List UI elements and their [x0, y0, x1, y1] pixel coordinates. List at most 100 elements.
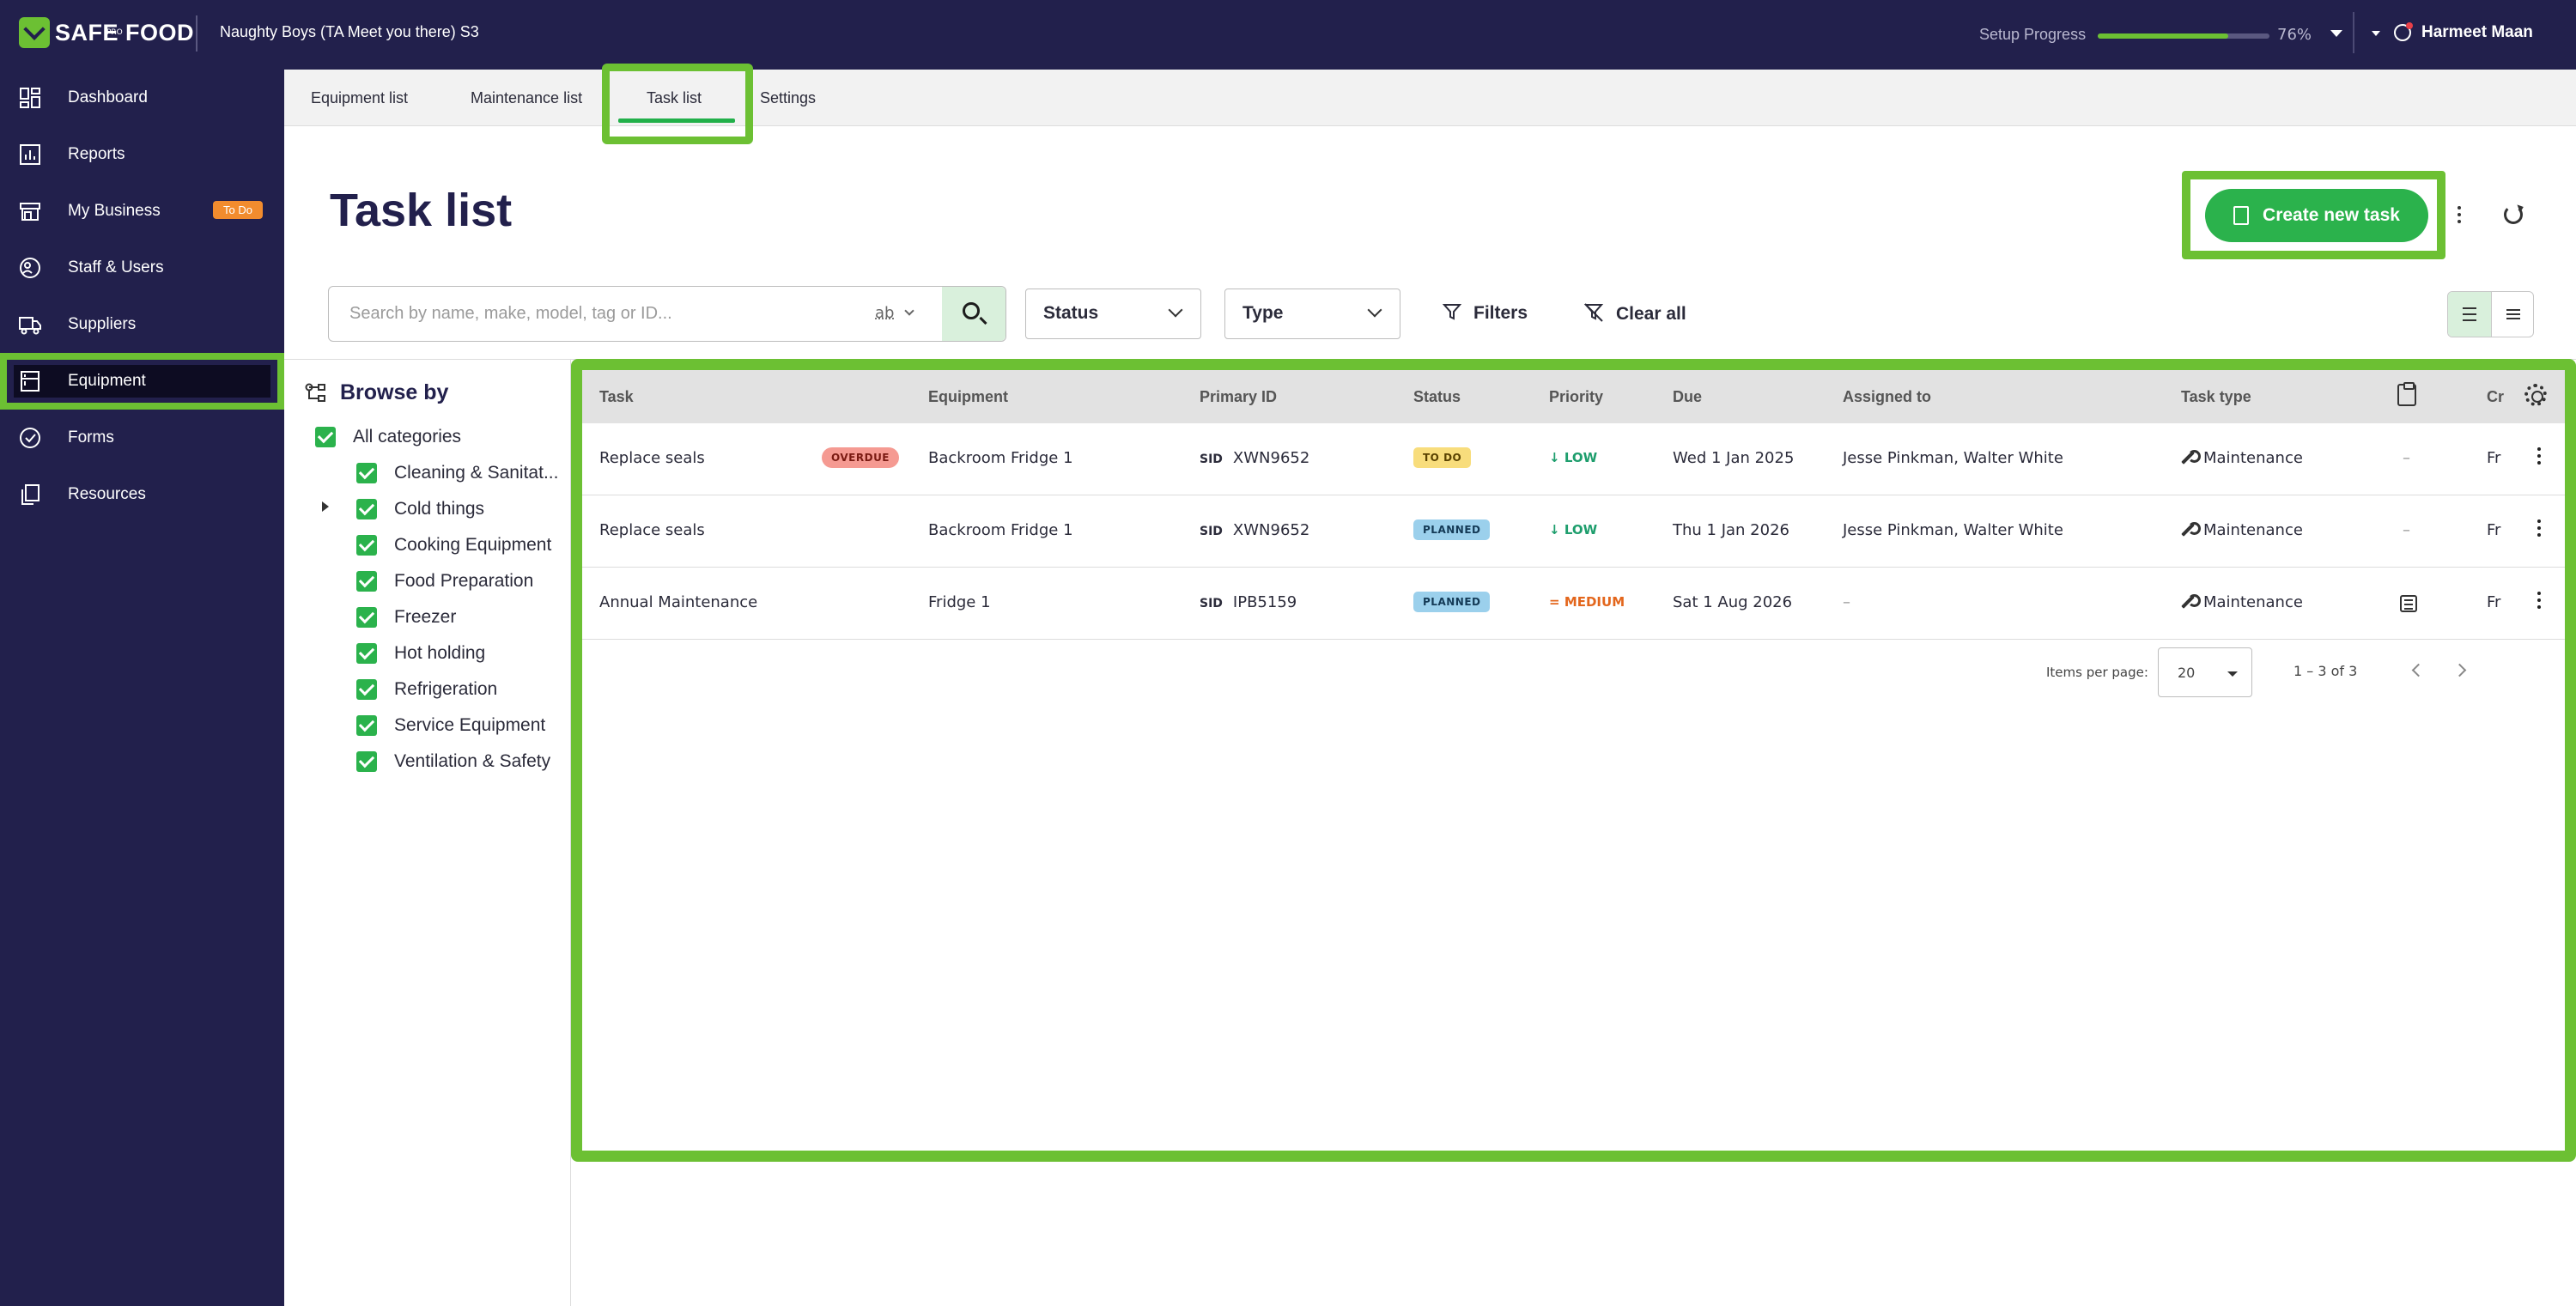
search-input[interactable] [349, 287, 865, 341]
checkbox-checked-icon[interactable] [356, 715, 377, 736]
column-header-equipment[interactable]: Equipment [928, 388, 1008, 406]
setup-dropdown-icon[interactable] [2330, 30, 2342, 37]
row-more-options-icon[interactable] [2537, 592, 2541, 612]
column-header-task-type[interactable]: Task type [2181, 388, 2251, 406]
column-header-primary-id[interactable]: Primary ID [1200, 388, 1277, 406]
sidebar-item-resources[interactable]: Resources [0, 466, 284, 523]
caret-down-icon [2227, 671, 2238, 677]
category-label: Cooking Equipment [394, 535, 552, 555]
table-row[interactable]: Replace seals OVERDUE Backroom Fridge 1 … [582, 423, 2565, 495]
tab-active-highlight [602, 64, 753, 144]
id-prefix: SID [1200, 597, 1223, 610]
sidebar-item-equipment[interactable]: Equipment [0, 353, 284, 410]
refresh-icon[interactable] [2504, 205, 2523, 224]
column-header-assigned-to[interactable]: Assigned to [1843, 388, 1931, 406]
expand-arrow-icon[interactable] [322, 501, 329, 512]
sidebar-item-label: Suppliers [68, 315, 137, 333]
checkbox-checked-icon[interactable] [356, 751, 377, 772]
checkbox-checked-icon[interactable] [356, 535, 377, 556]
list-view-button[interactable] [2448, 292, 2491, 337]
sidebar-item-staff-users[interactable]: Staff & Users [0, 240, 284, 296]
reports-icon [20, 144, 40, 165]
task-name[interactable]: Replace seals [599, 521, 705, 539]
user-account-icon[interactable] [2394, 22, 2413, 41]
search-button[interactable] [942, 287, 1005, 341]
create-new-task-button[interactable]: Create new task [2205, 189, 2428, 242]
items-per-page-select[interactable]: 20 [2158, 647, 2252, 697]
category-freezer[interactable]: Freezer [356, 604, 456, 630]
category-refrigeration[interactable]: Refrigeration [356, 677, 497, 702]
filters-button[interactable]: Filters [1442, 302, 1528, 324]
checkbox-checked-icon[interactable] [356, 499, 377, 519]
sidebar-item-my-business[interactable]: My Business To Do [0, 183, 284, 240]
created-value: Fr [2487, 449, 2501, 467]
user-name[interactable]: Harmeet Maan [2421, 23, 2533, 42]
checkbox-checked-icon[interactable] [356, 607, 377, 628]
sidebar-item-suppliers[interactable]: Suppliers [0, 296, 284, 353]
checkbox-checked-icon[interactable] [315, 427, 336, 447]
items-per-page-value: 20 [2178, 665, 2196, 681]
setup-progress-label: Setup Progress [1979, 26, 2087, 43]
category-tree-icon [305, 383, 325, 402]
category-food-preparation[interactable]: Food Preparation [356, 568, 533, 594]
task-type: Maintenance [2181, 449, 2303, 467]
column-header-priority[interactable]: Priority [1549, 388, 1603, 406]
due-date: Thu 1 Jan 2026 [1673, 521, 1789, 539]
column-header-status[interactable]: Status [1413, 388, 1461, 406]
arrow-down-icon: ↓ [1549, 522, 1560, 538]
column-settings-gear-icon[interactable] [2524, 384, 2547, 406]
id-value: IPB5159 [1232, 593, 1297, 611]
checkbox-checked-icon[interactable] [356, 679, 377, 700]
more-options-icon[interactable] [2458, 206, 2461, 227]
category-service-equipment[interactable]: Service Equipment [356, 713, 545, 738]
row-more-options-icon[interactable] [2537, 447, 2541, 468]
next-page-icon[interactable] [2452, 663, 2467, 677]
category-cold-things[interactable]: Cold things [356, 496, 484, 522]
category-all[interactable]: All categories [315, 424, 461, 450]
category-cleaning-sanitation[interactable]: Cleaning & Sanitat... [356, 460, 558, 486]
ab-toggle-label: ab [875, 304, 895, 322]
task-name[interactable]: Annual Maintenance [599, 593, 757, 611]
ab-match-toggle[interactable]: ab [875, 304, 914, 322]
check-circle-icon [20, 428, 40, 448]
compact-view-button[interactable] [2491, 292, 2533, 337]
row-more-options-icon[interactable] [2537, 519, 2541, 540]
column-header-task[interactable]: Task [599, 388, 634, 406]
sidebar-item-dashboard[interactable]: Dashboard [0, 70, 284, 126]
clear-all-button[interactable]: Clear all [1583, 302, 1686, 325]
status-select[interactable]: Status [1025, 289, 1201, 339]
tab-equipment-list[interactable]: Equipment list [311, 70, 408, 126]
created-value: Fr [2487, 521, 2501, 539]
checkbox-checked-icon[interactable] [356, 643, 377, 664]
equipment-name: Fridge 1 [928, 593, 991, 611]
sidebar-item-forms[interactable]: Forms [0, 410, 284, 466]
checkbox-checked-icon[interactable] [356, 463, 377, 483]
primary-id: SID XWN9652 [1200, 449, 1309, 467]
user-dropdown-icon[interactable] [2372, 31, 2380, 36]
sidebar-item-reports[interactable]: Reports [0, 126, 284, 183]
priority-label: MEDIUM [1564, 594, 1625, 610]
document-icon [2233, 206, 2250, 225]
previous-page-icon[interactable] [2411, 663, 2426, 677]
category-label: Freezer [394, 607, 457, 627]
table-row[interactable]: Annual Maintenance Fridge 1 SID IPB5159 P… [582, 568, 2565, 640]
tab-settings[interactable]: Settings [760, 70, 816, 126]
column-header-created[interactable]: Cr [2487, 388, 2506, 406]
category-label: Service Equipment [394, 715, 546, 735]
items-per-page-label: Items per page: [2046, 665, 2148, 680]
category-label: Refrigeration [394, 679, 498, 699]
task-name[interactable]: Replace seals [599, 449, 705, 467]
copy-icon [21, 484, 39, 505]
checkbox-checked-icon[interactable] [356, 571, 377, 592]
type-select[interactable]: Type [1224, 289, 1400, 339]
category-ventilation-safety[interactable]: Ventilation & Safety [356, 749, 550, 774]
table-row[interactable]: Replace seals Backroom Fridge 1 SID XWN96… [582, 495, 2565, 568]
column-header-due[interactable]: Due [1673, 388, 1702, 406]
category-cooking-equipment[interactable]: Cooking Equipment [356, 532, 551, 558]
filter-icon [1442, 304, 1462, 320]
task-type: Maintenance [2181, 521, 2303, 539]
category-hot-holding[interactable]: Hot holding [356, 641, 485, 666]
business-name: Naughty Boys (TA Meet you there) S3 [220, 23, 479, 40]
form-checklist-icon[interactable] [2400, 595, 2417, 612]
tab-maintenance-list[interactable]: Maintenance list [471, 70, 582, 126]
